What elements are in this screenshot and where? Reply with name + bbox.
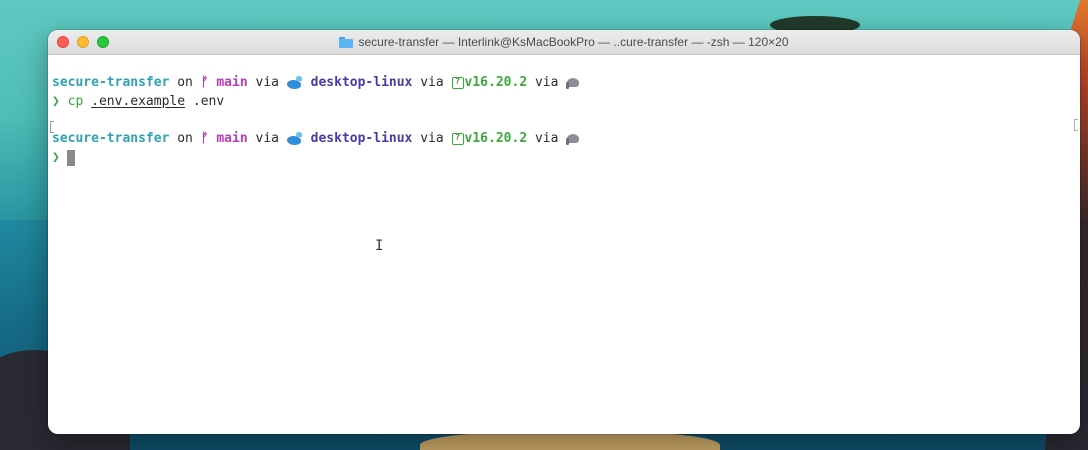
prompt-via: via xyxy=(412,131,452,146)
folder-icon xyxy=(339,36,354,48)
input-line[interactable]: ❯ xyxy=(52,148,1080,167)
git-branch-name: main xyxy=(216,75,248,90)
prompt-on: on xyxy=(169,131,201,146)
close-button[interactable] xyxy=(57,36,69,48)
prompt-via: via xyxy=(527,75,567,90)
text-cursor[interactable] xyxy=(66,149,75,166)
prompt-line: secure-transfer on ᚠ main via desktop-li… xyxy=(52,73,1080,92)
docker-whale-icon xyxy=(286,131,303,146)
window-titlebar[interactable]: secure-transfer — Interlink@KsMacBookPro… xyxy=(48,30,1080,55)
minimize-button[interactable] xyxy=(77,36,89,48)
prompt-via: via xyxy=(527,131,567,146)
php-elephant-icon xyxy=(566,76,581,89)
mark-bracket-left xyxy=(50,121,54,133)
nodejs-icon: ? xyxy=(451,132,464,145)
mark-bracket-right xyxy=(1074,119,1078,131)
prompt-line: secure-transfer on ᚠ main via desktop-li… xyxy=(52,129,1080,148)
node-version: v16.20.2 xyxy=(464,75,528,90)
php-elephant-icon xyxy=(566,132,581,145)
window-controls xyxy=(57,36,109,48)
docker-context: desktop-linux xyxy=(310,131,413,146)
command-arg-source: .env.example xyxy=(91,94,186,109)
node-version: v16.20.2 xyxy=(464,131,528,146)
prompt-on: on xyxy=(169,75,201,90)
git-branch-icon: ᚠ xyxy=(200,75,209,90)
docker-context: desktop-linux xyxy=(310,75,413,90)
git-branch-icon: ᚠ xyxy=(200,131,209,146)
maximize-button[interactable] xyxy=(97,36,109,48)
prompt-directory: secure-transfer xyxy=(52,75,170,90)
command-name: cp xyxy=(67,94,84,109)
prompt-directory: secure-transfer xyxy=(52,131,170,146)
terminal-window[interactable]: secure-transfer — Interlink@KsMacBookPro… xyxy=(48,30,1080,434)
prompt-via: via xyxy=(247,131,287,146)
command-arg-dest: .env xyxy=(192,94,225,109)
ibeam-cursor-icon: I xyxy=(375,238,384,254)
prompt-via: via xyxy=(412,75,452,90)
terminal-content[interactable]: secure-transfer on ᚠ main via desktop-li… xyxy=(48,55,1080,254)
prompt-via: via xyxy=(247,75,287,90)
docker-whale-icon xyxy=(286,75,303,90)
command-line: ❯ cp .env.example .env xyxy=(52,92,1080,111)
prompt-symbol: ❯ xyxy=(52,94,60,109)
window-title-text: secure-transfer — Interlink@KsMacBookPro… xyxy=(358,35,789,49)
git-branch-name: main xyxy=(216,131,248,146)
window-title: secure-transfer — Interlink@KsMacBookPro… xyxy=(339,35,789,49)
prompt-symbol: ❯ xyxy=(52,150,60,165)
nodejs-icon: ? xyxy=(451,76,464,89)
